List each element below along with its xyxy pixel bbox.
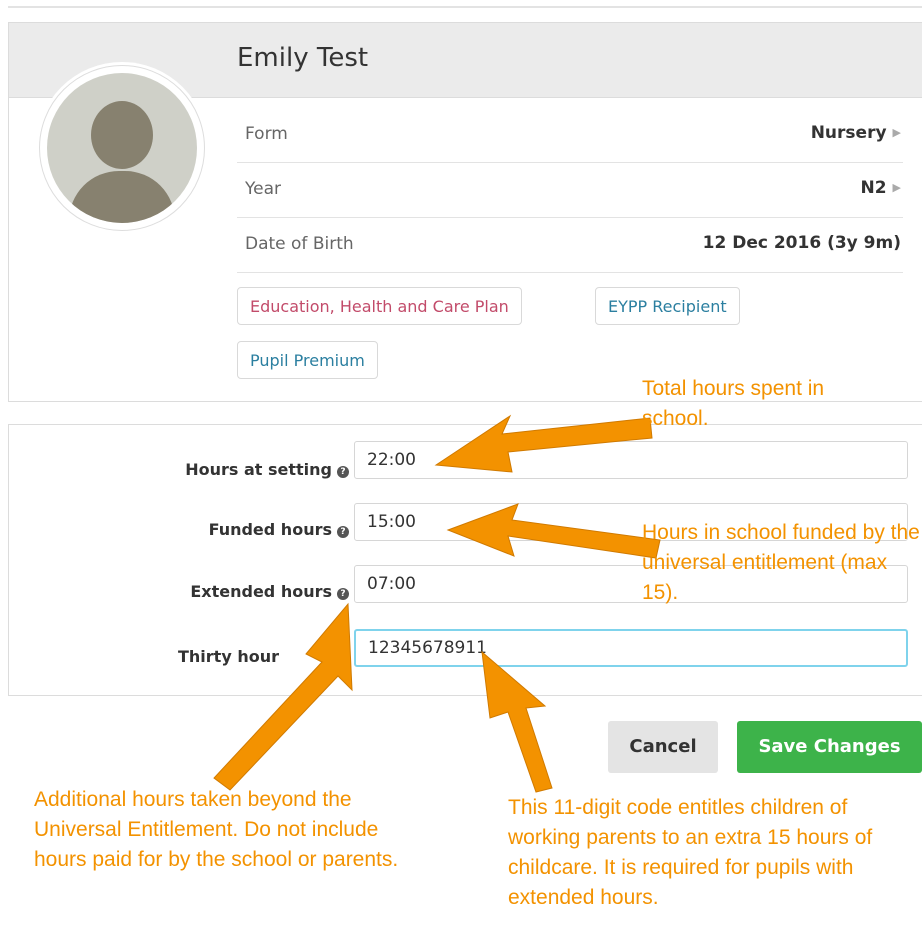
note-additional-hours: Additional hours taken beyond the Univer… — [34, 788, 399, 871]
arrow-extended-hours — [213, 602, 353, 791]
note-thirty-hour-code: This 11-digit code entitles children of … — [508, 796, 873, 909]
note-total-hours: Total hours spent in school. — [642, 377, 825, 430]
arrow-total-hours — [434, 414, 653, 473]
note-funded-hours: Hours in school funded by the universal … — [642, 521, 920, 604]
arrow-thirty-hour-code — [481, 650, 553, 793]
arrow-funded-hours — [446, 503, 661, 559]
